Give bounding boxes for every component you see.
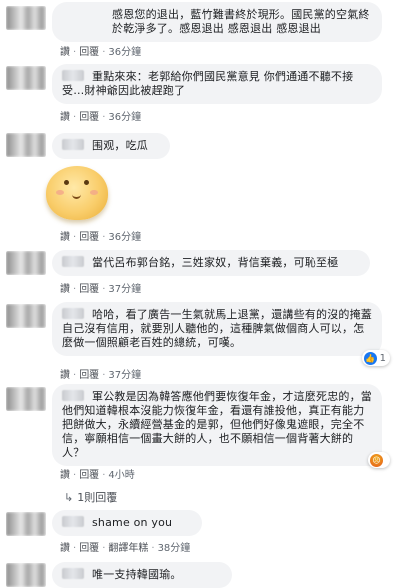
timestamp[interactable]: 36分鐘 [108, 112, 141, 123]
reply-link[interactable]: 回覆 [79, 112, 99, 123]
translate-link[interactable]: 翻譯年糕 [108, 543, 148, 554]
comment-bubble: 感恩您的退出，藍竹難書終於現形。國民黨的空氣終於乾淨多了。感恩退出 感恩退出 感… [52, 2, 382, 42]
comment-bubble: 唯一支持韓國瑜。 [52, 562, 232, 588]
comment-text: 围观，吃瓜 [92, 139, 148, 152]
comment-bubble: shame on you [52, 510, 202, 536]
reply-link[interactable]: 回覆 [79, 470, 99, 481]
like-reaction-icon: 👍 [363, 351, 377, 365]
comment-text: 唯一支持韓國瑜。 [92, 568, 182, 581]
comment-actions: 讚 · 回覆 · 36分鐘 [60, 112, 142, 123]
timestamp[interactable]: 38分鐘 [158, 543, 191, 554]
timestamp[interactable]: 37分鐘 [108, 284, 141, 295]
comment-bubble: 围观，吃瓜 [52, 133, 170, 159]
timestamp[interactable]: 4小時 [108, 470, 134, 481]
comment-text: 重點來來：老郭給你們國民黨意見 你們通通不聽不接受…財神爺因此被趕跑了 [62, 70, 354, 97]
reply-link[interactable]: 回覆 [79, 543, 99, 554]
comment-text: 軍公教是因為韓答應他們要恢復年金，才這麼死忠的，當他們知道韓根本沒能力恢復年金，… [62, 390, 372, 459]
comment-actions: 讚 · 回覆 · 37分鐘 [60, 284, 142, 295]
comment-author[interactable] [62, 568, 84, 579]
comment-text: 哈哈，看了廣告一生氣就馬上退黨，還講些有的沒的掩蓋自己沒有信用，就要別人聽他的，… [62, 308, 372, 349]
like-link[interactable]: 讚 [60, 470, 70, 481]
comment-text: 當代呂布郭台銘，三姓家奴，背信棄義，可恥至極 [92, 256, 339, 269]
avatar[interactable] [6, 133, 46, 157]
comment-author[interactable] [62, 256, 84, 267]
like-link[interactable]: 讚 [60, 47, 70, 58]
reaction-number: 1 [379, 352, 386, 364]
reply-link[interactable]: 回覆 [79, 284, 99, 295]
replies-count: 1則回覆 [77, 491, 118, 504]
comment-thread: 感恩您的退出，藍竹難書終於現形。國民黨的空氣終於乾淨多了。感恩退出 感恩退出 感… [0, 0, 400, 588]
timestamp[interactable]: 37分鐘 [108, 370, 141, 381]
reply-arrow-icon: ↳ [64, 491, 74, 504]
sticker-image [46, 166, 108, 220]
avatar[interactable] [6, 6, 46, 30]
avatar[interactable] [6, 387, 46, 411]
comment-actions: 讚 · 回覆 · 翻譯年糕 · 38分鐘 [60, 543, 191, 554]
avatar[interactable] [6, 251, 46, 275]
like-link[interactable]: 讚 [60, 370, 70, 381]
avatar[interactable] [6, 66, 46, 90]
comment-bubble: 軍公教是因為韓答應他們要恢復年金，才這麼死忠的，當他們知道韓根本沒能力恢復年金，… [52, 384, 382, 466]
comment-actions: 讚 · 回覆 · 36分鐘 [60, 232, 142, 243]
comment-bubble: 哈哈，看了廣告一生氣就馬上退黨，還講些有的沒的掩蓋自己沒有信用，就要別人聽他的，… [52, 302, 382, 356]
comment-text: 感恩您的退出，藍竹難書終於現形。國民黨的空氣終於乾淨多了。感恩退出 感恩退出 感… [112, 8, 370, 35]
comment-author[interactable] [62, 70, 84, 81]
comment-author[interactable] [62, 139, 84, 150]
comment-author[interactable] [62, 390, 84, 401]
timestamp[interactable]: 36分鐘 [108, 47, 141, 58]
like-link[interactable]: 讚 [60, 112, 70, 123]
comment-author[interactable] [62, 308, 84, 319]
reply-link[interactable]: 回覆 [79, 47, 99, 58]
reply-link[interactable]: 回覆 [79, 232, 99, 243]
comment-actions: 讚 · 回覆 · 36分鐘 [60, 47, 142, 58]
reaction-count[interactable]: ☹ [368, 452, 390, 468]
comment-text: shame on you [92, 516, 173, 529]
avatar[interactable] [6, 304, 46, 328]
like-link[interactable]: 讚 [60, 232, 70, 243]
comment-author[interactable] [62, 516, 84, 527]
angry-reaction-icon: ☹ [370, 453, 383, 467]
reply-link[interactable]: 回覆 [79, 370, 99, 381]
timestamp[interactable]: 36分鐘 [108, 232, 141, 243]
like-link[interactable]: 讚 [60, 284, 70, 295]
comment-actions: 讚 · 回覆 · 4小時 [60, 470, 135, 481]
comment-bubble: 重點來來：老郭給你們國民黨意見 你們通通不聽不接受…財神爺因此被趕跑了 [52, 64, 382, 104]
avatar[interactable] [6, 512, 46, 536]
comment-bubble: 當代呂布郭台銘，三姓家奴，背信棄義，可恥至極 [52, 250, 370, 276]
avatar[interactable] [6, 563, 46, 587]
view-replies-link[interactable]: ↳ 1則回覆 [64, 489, 117, 505]
comment-actions: 讚 · 回覆 · 37分鐘 [60, 370, 142, 381]
reaction-count[interactable]: 👍 1 [361, 350, 390, 366]
like-link[interactable]: 讚 [60, 543, 70, 554]
